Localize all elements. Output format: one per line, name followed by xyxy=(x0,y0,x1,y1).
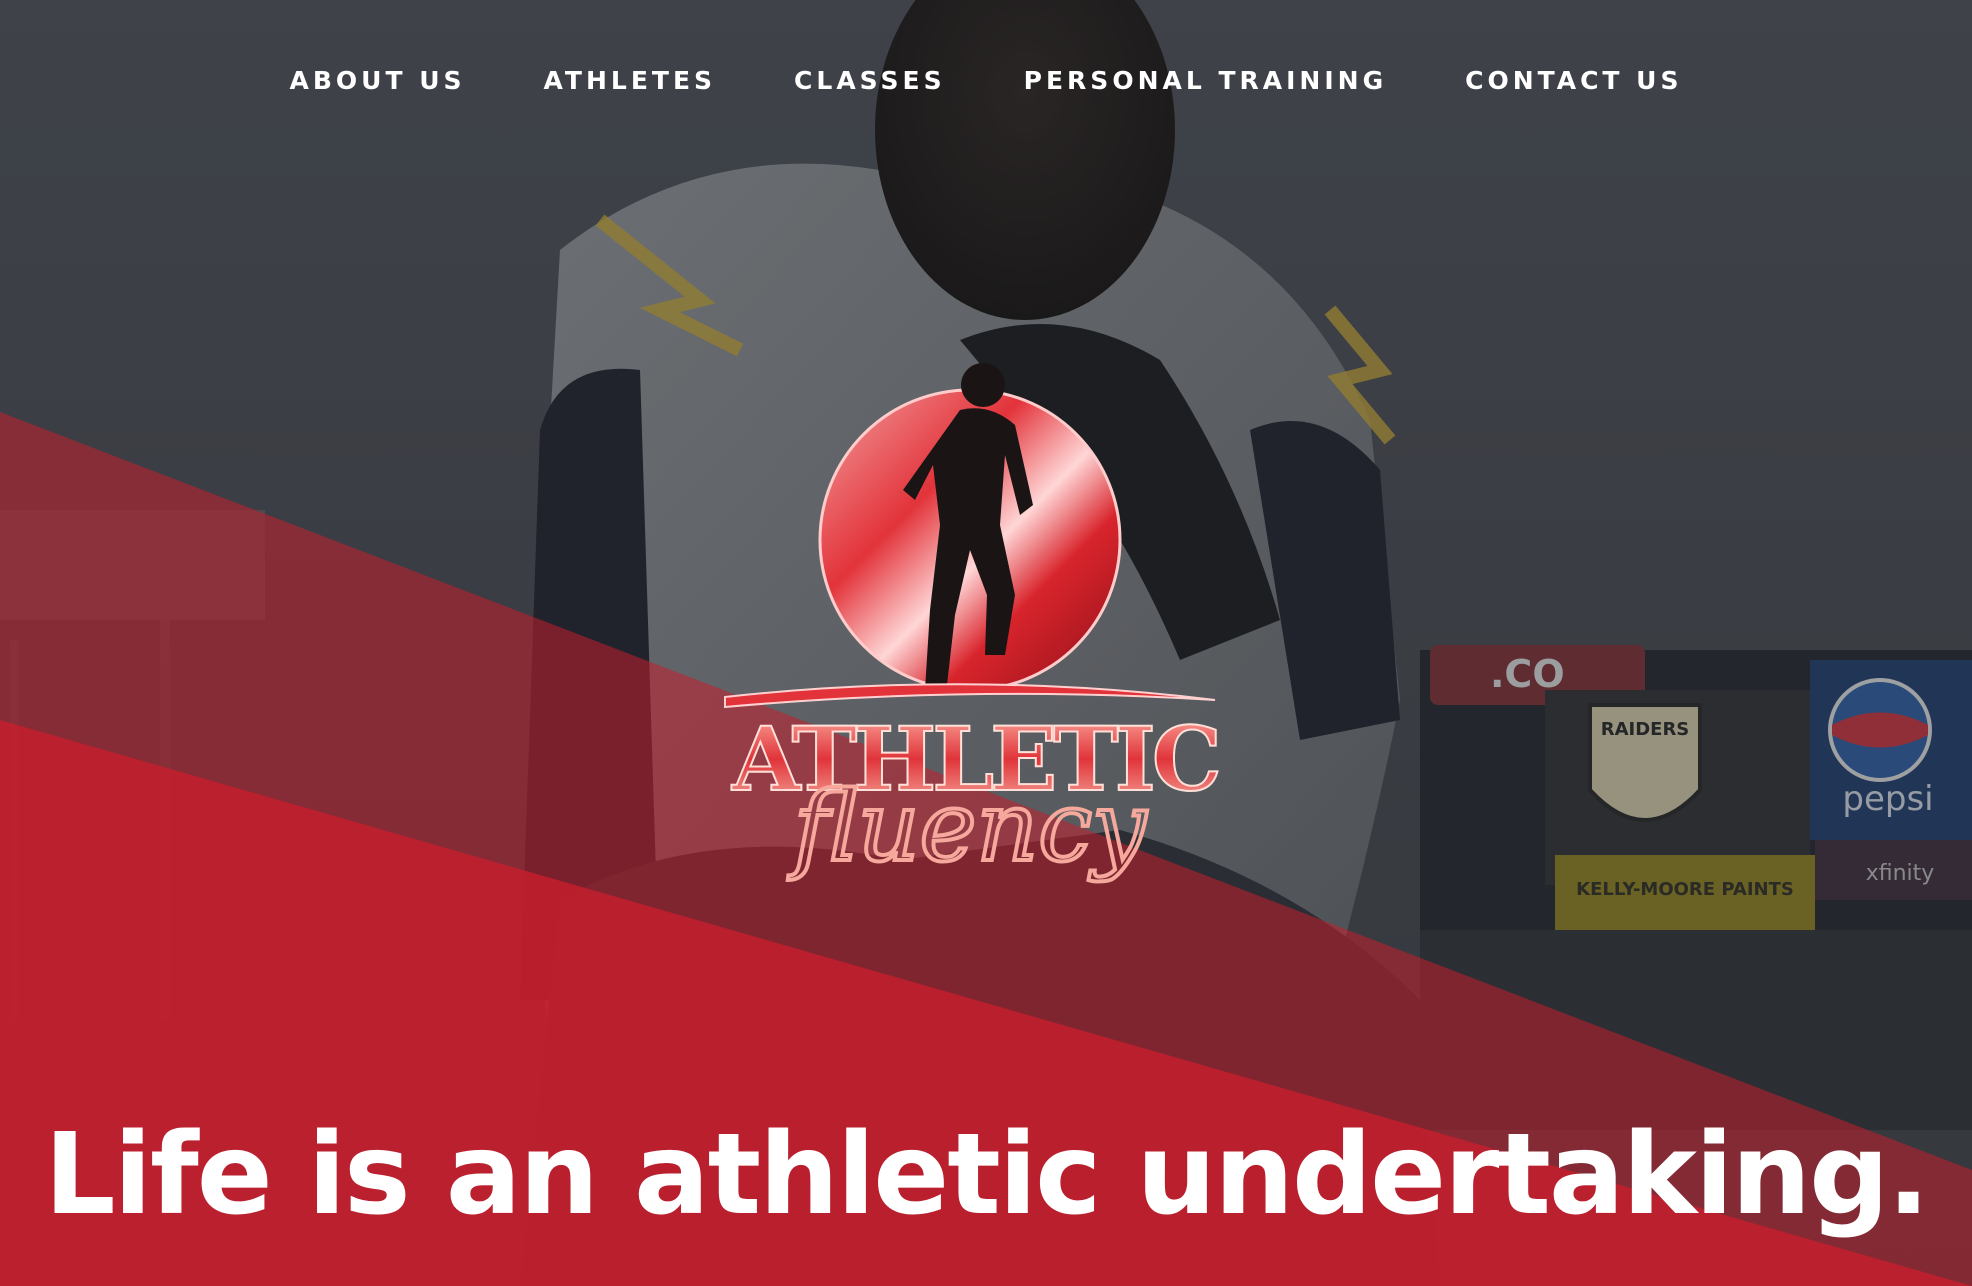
hero-section: .CO RAIDERS KELLY-MOORE PAINTS pepsi xfi… xyxy=(0,0,1972,1286)
nav-athletes[interactable]: ATHLETES xyxy=(544,66,717,95)
nav-personal-training[interactable]: PERSONAL TRAINING xyxy=(1024,66,1387,95)
hero-tagline: Life is an athletic undertaking. xyxy=(44,1110,1930,1241)
nav-classes[interactable]: CLASSES xyxy=(794,66,946,95)
nav-contact-us[interactable]: CONTACT US xyxy=(1465,66,1682,95)
main-nav: ABOUT US ATHLETES CLASSES PERSONAL TRAIN… xyxy=(0,60,1972,100)
athletic-fluency-logo[interactable]: ATHLETIC fluency xyxy=(715,355,1235,925)
nav-about-us[interactable]: ABOUT US xyxy=(289,66,465,95)
logo-fluency-text: fluency xyxy=(788,771,1148,883)
